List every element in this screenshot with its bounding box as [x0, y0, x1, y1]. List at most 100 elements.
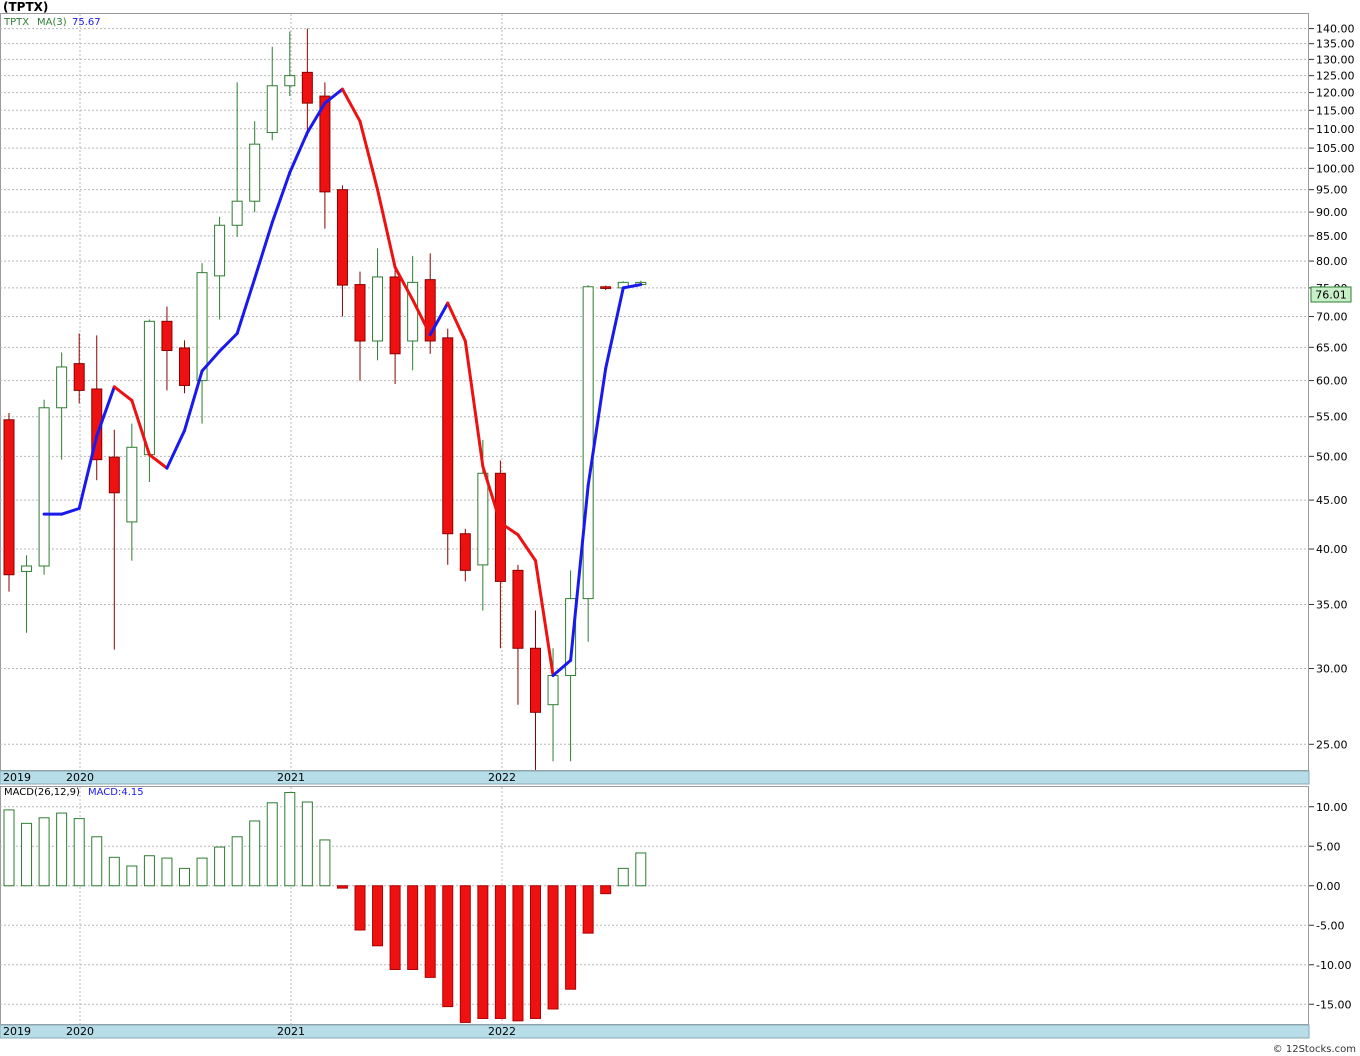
price-y-tick-label: 30.00: [1316, 663, 1348, 676]
price-y-tick-label: 125.00: [1316, 70, 1355, 83]
macd-bar: [336, 885, 348, 889]
candle-body-up: [231, 200, 243, 226]
last-price-value: 76.01: [1315, 289, 1347, 302]
candle-body-up: [21, 565, 33, 572]
macd-bar: [354, 885, 366, 931]
price-y-tick-label: 95.00: [1316, 184, 1348, 197]
candle-body-up: [38, 407, 50, 567]
candle-body-up: [196, 272, 208, 382]
candle-body-up: [143, 320, 155, 456]
candle-body-up: [126, 446, 138, 523]
legend-ma-label: MA(3): [37, 17, 67, 28]
macd-bar: [56, 812, 68, 887]
candle-body-down: [442, 337, 454, 535]
candle-body-up: [214, 224, 226, 277]
price-y-tick-label: 25.00: [1316, 738, 1348, 751]
macd-bar: [3, 809, 15, 887]
candle-body-down: [3, 419, 15, 576]
price-time-label: 2022: [488, 771, 516, 784]
candle-body-down: [494, 472, 506, 582]
macd-bar: [249, 820, 261, 887]
macd-legend-value: MACD:4.15: [88, 787, 144, 798]
macd-bar: [161, 857, 173, 887]
candle-body-down: [354, 284, 366, 342]
macd-bar: [214, 846, 226, 887]
macd-bar: [459, 885, 471, 1023]
price-legend: TPTX MA(3) 75.67: [3, 17, 101, 28]
macd-y-tick-label: 0.00: [1316, 880, 1341, 893]
macd-bar: [108, 856, 120, 887]
candle-body-up: [56, 366, 68, 409]
price-y-tick-label: 35.00: [1316, 599, 1348, 612]
macd-bar: [424, 885, 436, 978]
price-y-tick-label: 40.00: [1316, 543, 1348, 556]
candle-body-down: [600, 286, 612, 289]
candle-body-down: [73, 363, 85, 391]
macd-bar: [442, 885, 454, 1008]
macd-y-tick-label: -15.00: [1316, 998, 1351, 1011]
price-y-tick-label: 60.00: [1316, 375, 1348, 388]
candle-body-up: [372, 276, 384, 342]
last-price-label: 76.01: [1310, 286, 1352, 303]
price-y-tick-label: 80.00: [1316, 255, 1348, 268]
macd-y-tick-label: -5.00: [1316, 919, 1344, 932]
macd-bar: [547, 885, 559, 1010]
macd-time-label: 2019: [3, 1025, 31, 1038]
price-y-tick-label: 65.00: [1316, 341, 1348, 354]
macd-bar: [372, 885, 384, 947]
macd-bar: [389, 885, 401, 970]
chart-title: (TPTX): [3, 0, 48, 14]
price-time-label: 2019: [3, 771, 31, 784]
price-y-tick-label: 135.00: [1316, 38, 1355, 51]
macd-bar: [73, 818, 85, 887]
macd-bar: [319, 839, 331, 887]
price-y-tick-label: 140.00: [1316, 23, 1355, 36]
price-y-tick-label: 70.00: [1316, 311, 1348, 324]
candle-body-down: [512, 569, 524, 649]
macd-bar: [582, 885, 594, 934]
candle-body-up: [249, 143, 261, 202]
macd-time-label: 2021: [277, 1025, 305, 1038]
macd-bar: [21, 822, 33, 887]
macd-bar: [477, 885, 489, 1019]
stock-chart: (TPTX) 25.00 30.00 35.00 40.00 45.00 50.00 55.…: [0, 0, 1360, 1056]
watermark: © 12Stocks.com: [1273, 1044, 1356, 1055]
price-y-tick-label: 115.00: [1316, 104, 1355, 117]
macd-y-tick-label: -10.00: [1316, 959, 1351, 972]
price-y-tick-label: 110.00: [1316, 123, 1355, 136]
candle-body-up: [477, 472, 489, 566]
macd-bar: [266, 802, 278, 887]
price-y-tick-label: 120.00: [1316, 87, 1355, 100]
price-y-tick-label: 100.00: [1316, 162, 1355, 175]
macd-bar: [600, 885, 612, 895]
macd-bar: [126, 865, 138, 887]
price-time-label: 2021: [277, 771, 305, 784]
price-y-tick-label: 90.00: [1316, 206, 1348, 219]
candle-body-down: [161, 320, 173, 352]
price-time-label: 2020: [66, 771, 94, 784]
price-y-tick-label: 105.00: [1316, 142, 1355, 155]
macd-legend-label: MACD(26,12,9): [4, 787, 80, 798]
price-y-tick-label: 130.00: [1316, 53, 1355, 66]
macd-bar: [196, 857, 208, 887]
macd-bar: [530, 885, 541, 1019]
candle-body-up: [547, 675, 559, 706]
macd-bar: [143, 855, 155, 887]
macd-bar: [617, 867, 629, 887]
candle-body-down: [301, 71, 313, 104]
legend-ma-value: 75.67: [72, 17, 101, 28]
macd-bar: [635, 852, 647, 887]
candle-body-up: [284, 75, 296, 87]
candle-body-up: [582, 286, 594, 600]
price-y-tick-label: 55.00: [1316, 411, 1348, 424]
macd-bar: [38, 817, 50, 887]
candle-body-down: [336, 189, 348, 286]
macd-bar: [284, 792, 296, 887]
price-time-axis: [0, 770, 1310, 785]
candle-body-down: [389, 276, 401, 355]
price-y-tick-label: 50.00: [1316, 450, 1348, 463]
macd-bar: [512, 885, 524, 1022]
macd-y-tick-label: 5.00: [1316, 840, 1341, 853]
macd-bar: [231, 836, 243, 887]
candle-body-down: [108, 456, 120, 494]
